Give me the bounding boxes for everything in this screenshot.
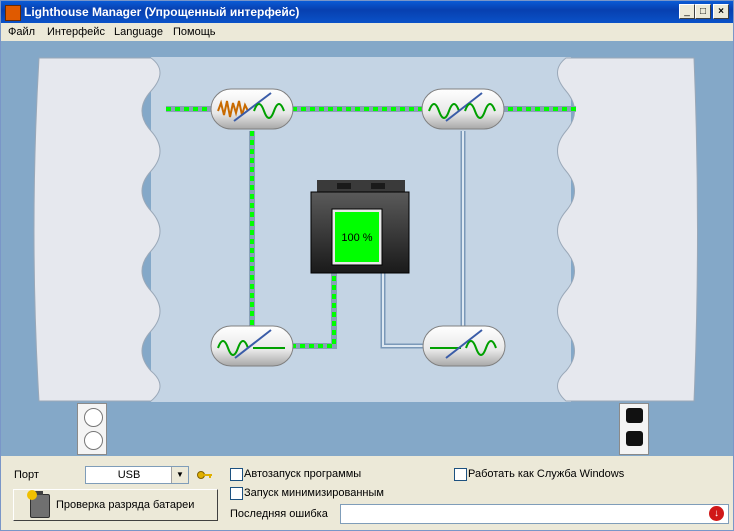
close-button[interactable]: × bbox=[713, 4, 729, 19]
inverter-module[interactable] bbox=[422, 325, 506, 367]
menu-language[interactable]: Language bbox=[114, 26, 163, 38]
battery-level-text: 100 % bbox=[341, 232, 372, 244]
minimize-button[interactable]: _ bbox=[679, 4, 695, 19]
run-as-service-checkbox[interactable] bbox=[454, 468, 467, 481]
window-title: Lighthouse Manager (Упрощенный интерфейс… bbox=[24, 5, 300, 19]
run-as-service-label: Работать как Служба Windows bbox=[468, 468, 625, 480]
rectifier-module[interactable] bbox=[210, 325, 294, 367]
key-icon[interactable] bbox=[197, 470, 213, 480]
last-error-field bbox=[340, 504, 729, 524]
ups-diagram-panel: 100 % bbox=[1, 41, 733, 456]
title-bar[interactable]: Lighthouse Manager (Упрощенный интерфейс… bbox=[1, 1, 733, 23]
error-icon[interactable]: ↓ bbox=[709, 506, 724, 521]
app-icon[interactable] bbox=[5, 5, 21, 21]
port-label: Порт bbox=[14, 469, 39, 481]
input-socket-icon bbox=[77, 403, 107, 455]
battery-test-icon bbox=[27, 490, 50, 518]
battery-icon[interactable]: 100 % bbox=[310, 180, 410, 274]
output-socket-icon bbox=[619, 403, 649, 455]
battery-test-label: Проверка разряда батареи bbox=[56, 499, 195, 511]
ups-diagram: 100 % bbox=[33, 57, 698, 402]
menu-help[interactable]: Помощь bbox=[173, 26, 216, 38]
battery-test-button[interactable]: Проверка разряда батареи bbox=[13, 489, 218, 521]
autostart-label: Автозапуск программы bbox=[244, 468, 362, 480]
chevron-down-icon[interactable]: ▼ bbox=[171, 467, 188, 483]
last-error-label: Последняя ошибка bbox=[230, 508, 328, 520]
app-window: Lighthouse Manager (Упрощенный интерфейс… bbox=[0, 0, 734, 531]
port-value: USB bbox=[117, 469, 141, 481]
start-minimized-checkbox[interactable] bbox=[230, 487, 243, 500]
menu-bar: Файл Интерфейс Language Помощь bbox=[1, 23, 733, 41]
maximize-button[interactable]: □ bbox=[695, 4, 711, 19]
menu-file[interactable]: Файл bbox=[8, 26, 35, 38]
input-filter-module[interactable] bbox=[210, 88, 294, 130]
port-select[interactable]: USB ▼ bbox=[85, 466, 189, 484]
right-wall bbox=[557, 57, 698, 402]
left-wall bbox=[33, 57, 161, 402]
start-minimized-label: Запуск минимизированным bbox=[244, 487, 384, 499]
output-module[interactable] bbox=[421, 88, 505, 130]
menu-interface[interactable]: Интерфейс bbox=[47, 26, 105, 38]
autostart-checkbox[interactable] bbox=[230, 468, 243, 481]
